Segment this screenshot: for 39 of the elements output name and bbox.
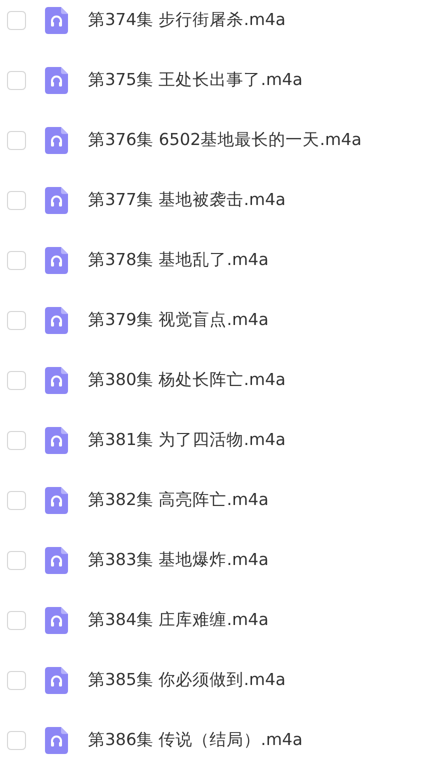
audio-file-icon (45, 606, 68, 634)
audio-file-icon (45, 246, 68, 274)
checkbox[interactable] (7, 70, 26, 90)
audio-file-icon (45, 66, 68, 94)
file-name[interactable]: 第374集 步行街屠杀.m4a (88, 9, 286, 31)
file-name[interactable]: 第379集 视觉盲点.m4a (88, 309, 269, 331)
file-name[interactable]: 第378集 基地乱了.m4a (88, 249, 269, 271)
file-name[interactable]: 第386集 传说（结局）.m4a (88, 729, 303, 751)
audio-file-icon (45, 126, 68, 154)
checkbox[interactable] (7, 490, 26, 510)
file-name[interactable]: 第385集 你必须做到.m4a (88, 669, 286, 691)
audio-file-icon (45, 186, 68, 214)
audio-file-icon (45, 546, 68, 574)
checkbox[interactable] (7, 250, 26, 270)
audio-file-icon (45, 666, 68, 694)
audio-file-icon (45, 426, 68, 454)
file-name[interactable]: 第376集 6502基地最长的一天.m4a (88, 129, 362, 151)
checkbox[interactable] (7, 190, 26, 210)
file-name[interactable]: 第381集 为了四活物.m4a (88, 429, 286, 451)
file-name[interactable]: 第377集 基地被袭击.m4a (88, 189, 286, 211)
checkbox[interactable] (7, 370, 26, 390)
checkbox[interactable] (7, 730, 26, 750)
audio-file-icon (45, 366, 68, 394)
checkbox[interactable] (7, 670, 26, 690)
audio-file-icon (45, 306, 68, 334)
file-name[interactable]: 第384集 庄库难缠.m4a (88, 609, 269, 631)
file-name[interactable]: 第383集 基地爆炸.m4a (88, 549, 269, 571)
file-name[interactable]: 第380集 杨处长阵亡.m4a (88, 369, 286, 391)
file-name[interactable]: 第382集 高亮阵亡.m4a (88, 489, 269, 511)
checkbox[interactable] (7, 310, 26, 330)
file-name[interactable]: 第375集 王处长出事了.m4a (88, 69, 303, 91)
checkbox[interactable] (7, 430, 26, 450)
checkbox[interactable] (7, 10, 26, 30)
audio-file-icon (45, 6, 68, 34)
checkbox[interactable] (7, 550, 26, 570)
checkbox[interactable] (7, 610, 26, 630)
audio-file-icon (45, 486, 68, 514)
audio-file-icon (45, 726, 68, 754)
checkbox[interactable] (7, 130, 26, 150)
